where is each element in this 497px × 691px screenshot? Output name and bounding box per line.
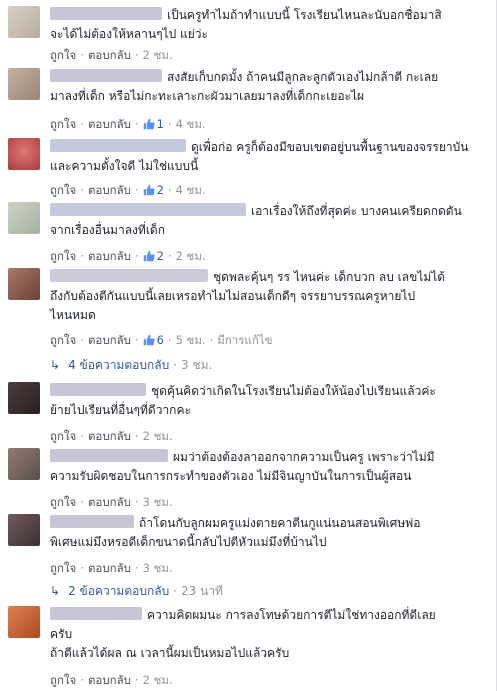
reply-arrow-icon: ↳ [50, 584, 61, 598]
author-name[interactable] [50, 269, 208, 282]
timestamp[interactable]: 2 ชม. [143, 673, 173, 687]
like-link[interactable]: ถูกใจ [50, 117, 76, 131]
like-link[interactable]: ถูกใจ [50, 673, 76, 687]
avatar[interactable] [8, 382, 40, 414]
like-count[interactable]: 2 [143, 183, 164, 197]
like-link[interactable]: ถูกใจ [50, 183, 76, 197]
reply-link[interactable]: ตอบกลับ [88, 48, 131, 62]
thumbs-up-icon [143, 118, 155, 130]
comment-text: เป็นครูทำไมถ้าทำแบบนี้ โรงเรียนไหนละนับอ… [167, 8, 442, 22]
comment-text-continued: ย้ายไปเรียนที่อื่นๆที่ดีวากคะ [50, 403, 191, 417]
avatar[interactable] [8, 68, 40, 100]
comment-text-continued: จากเรื่องอื่นมาลงที่เด็ก [50, 223, 165, 237]
avatar[interactable] [8, 6, 40, 38]
comment-actions: ถูกใจ · ตอบกลับ · 6 · 5 ชม. · มีการแก้ไข [50, 333, 273, 347]
reply-link[interactable]: ตอบกลับ [88, 429, 131, 443]
view-replies-link[interactable]: ↳ 4 ข้อความตอบกลับ · 3 ชม. [50, 356, 212, 375]
timestamp[interactable]: 2 ชม. [176, 249, 206, 263]
author-name[interactable] [50, 383, 146, 396]
timestamp[interactable]: 4 ชม. [176, 183, 206, 197]
comment-actions: ถูกใจ · ตอบกลับ · 2 ชม. [50, 429, 173, 443]
comment-actions: ถูกใจ · ตอบกลับ · 2 · 4 ชม. [50, 183, 206, 197]
edited-label[interactable]: มีการแก้ไข [217, 333, 272, 347]
comment-actions: ถูกใจ · ตอบกลับ · 1 · 4 ชม. [50, 117, 206, 131]
comment-text-continued: ความรับผิดชอบในการกระทำของตัวเอง ไม่มีจิ… [50, 469, 412, 483]
author-name[interactable] [50, 69, 162, 82]
comment-text: ความคิดผมนะ การลงโทษด้วยการตีไม่ใช่ทางออ… [147, 608, 436, 622]
like-link[interactable]: ถูกใจ [50, 561, 76, 575]
comment-actions: ถูกใจ · ตอบกลับ · 3 ชม. [50, 561, 173, 575]
comment-actions: ถูกใจ · ตอบกลับ · 2 ชม. [50, 673, 173, 687]
like-count[interactable]: 1 [143, 117, 164, 131]
avatar[interactable] [8, 514, 40, 546]
like-link[interactable]: ถูกใจ [50, 333, 76, 347]
thumbs-up-icon [143, 250, 155, 262]
comments-feed: เป็นครูทำไมถ้าทำแบบนี้ โรงเรียนไหนละนับอ… [0, 0, 497, 691]
reply-link[interactable]: ตอบกลับ [88, 249, 131, 263]
reply-link[interactable]: ตอบกลับ [88, 333, 131, 347]
timestamp[interactable]: 2 ชม. [143, 48, 173, 62]
avatar[interactable] [8, 606, 40, 638]
like-link[interactable]: ถูกใจ [50, 48, 76, 62]
timestamp[interactable]: 3 ชม. [143, 561, 173, 575]
like-count[interactable]: 2 [143, 249, 164, 263]
comment-actions: ถูกใจ · ตอบกลับ · 2 · 2 ชม. [50, 249, 206, 263]
like-count[interactable]: 6 [143, 333, 164, 347]
comment-text-continued: จะได้ไม่ต้องให้หลานๆไป แย่ว่ะ [50, 27, 208, 41]
like-link[interactable]: ถูกใจ [50, 249, 76, 263]
thumbs-up-icon [143, 334, 155, 346]
comment-text: ดูเพื่อก่อ ครูก็ต้องมีขอบเขตอยู่บนพื้นฐา… [191, 140, 469, 154]
comment-text: ชุดพละคุ้นๆ รร ไหนค่ะ เด็กบวก ลบ เลขไม่ไ… [213, 270, 446, 284]
comment-text: เอาเรื่องให้ถึงที่สุดค่ะ บางคนเครียดกดดั… [251, 204, 462, 218]
author-name[interactable] [50, 203, 246, 216]
comment-text: ผมว่าต้องต้องลาออกจากความเป็นครู เพราะว่… [173, 450, 435, 464]
comment-text-continued: ครับ [50, 627, 73, 641]
author-name[interactable] [50, 607, 142, 620]
reply-link[interactable]: ตอบกลับ [88, 495, 131, 509]
comment-text: ถ้าโดนกับลูกผมครูแม่งตายคาตีนกูแน่นอนสอน… [139, 516, 421, 530]
comment-text: สงสัยเก็บกดมั้ง ถ้าคนมีลูกละลูกตัวเองไม่… [167, 70, 439, 84]
timestamp[interactable]: 4 ชม. [176, 117, 206, 131]
author-name[interactable] [50, 449, 168, 462]
timestamp[interactable]: 2 ชม. [143, 429, 173, 443]
reply-link[interactable]: ตอบกลับ [88, 117, 131, 131]
comment-text-continued: มาลงที่เด็ก หรือไม่กะทะเลาะกะผัวมาเลยมาล… [50, 89, 365, 103]
timestamp[interactable]: 5 ชม. [176, 333, 206, 347]
comment-text: ชุดคุ้นคิดว่าเกิดในโรงเรียนไม่ต้องให้น้อ… [151, 384, 436, 398]
author-name[interactable] [50, 139, 186, 152]
avatar[interactable] [8, 138, 40, 170]
view-replies-link[interactable]: ↳ 2 ข้อความตอบกลับ · 23 นาที [50, 582, 223, 601]
comment-actions: ถูกใจ · ตอบกลับ · 2 ชม. [50, 48, 173, 62]
reply-link[interactable]: ตอบกลับ [88, 183, 131, 197]
reply-link[interactable]: ตอบกลับ [88, 673, 131, 687]
comment-actions: ถูกใจ · ตอบกลับ · 3 ชม. [50, 495, 173, 509]
timestamp[interactable]: 3 ชม. [143, 495, 173, 509]
avatar[interactable] [8, 448, 40, 480]
thumbs-up-icon [143, 184, 155, 196]
comment-text-continued: ไหนหมด [50, 308, 96, 322]
reply-arrow-icon: ↳ [50, 358, 61, 372]
author-name[interactable] [50, 515, 134, 528]
avatar[interactable] [8, 268, 40, 300]
like-link[interactable]: ถูกใจ [50, 429, 76, 443]
comment-text-continued: และความตั้งใจดี ไม่ใช่แบบนี้ [50, 159, 199, 173]
avatar[interactable] [8, 202, 40, 234]
comment-text-continued: ถ้าตีแล้วได้ผล ณ เวลานี้ผมเป็นหมอไปแล้วค… [50, 646, 290, 660]
comment-text-continued: ถึงกับต้องตีกันแบบนี้เลยเหรอทำไมไม่สอนเด… [50, 289, 416, 303]
author-name[interactable] [50, 7, 162, 20]
reply-link[interactable]: ตอบกลับ [88, 561, 131, 575]
like-link[interactable]: ถูกใจ [50, 495, 76, 509]
comment-text-continued: พิเศษแม่มึงหรอดีเด็กขนาดนี้กลับไปตีหัวแม… [50, 535, 327, 549]
